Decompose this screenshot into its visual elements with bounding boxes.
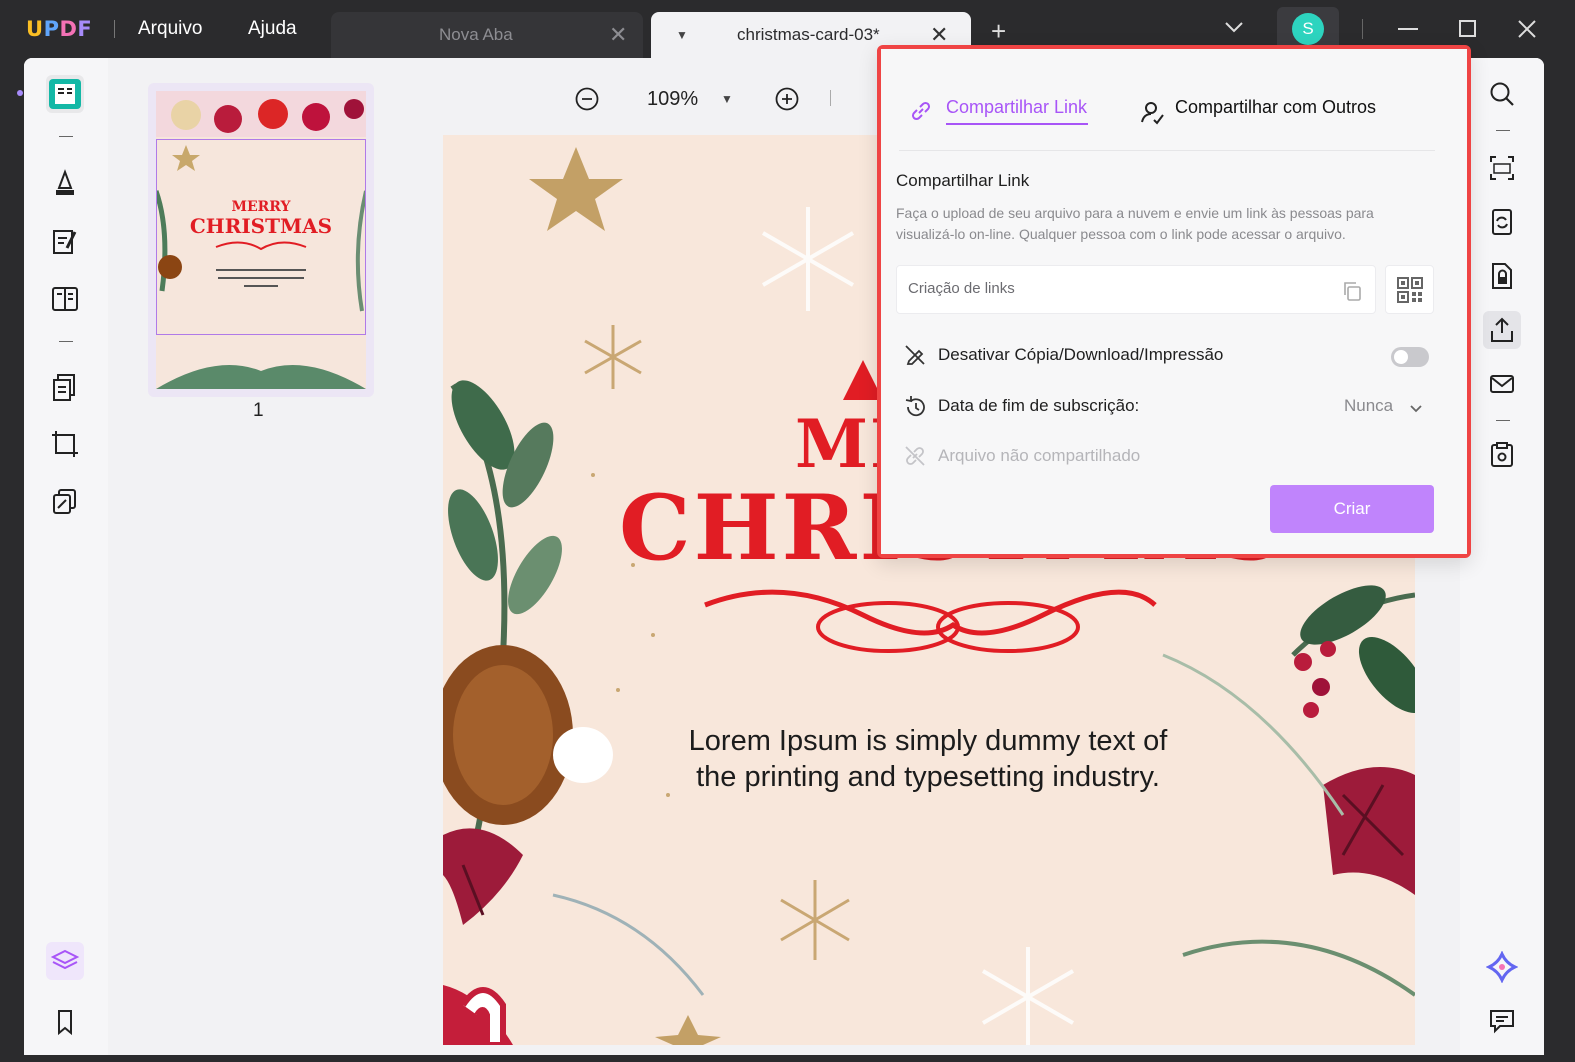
edit-tool-button[interactable] [46,223,84,261]
toolbar-separator [830,90,831,106]
comment-tool-button[interactable] [46,163,84,201]
crop-tool-button[interactable] [46,425,84,463]
share-link-heading: Compartilhar Link [896,171,1030,190]
avatar: S [1292,13,1324,45]
share-button[interactable] [1483,311,1521,349]
disable-copy-row: Desativar Cópia/Download/Impressão [903,340,1433,370]
convert-button[interactable] [1483,203,1521,241]
comment-icon [1490,1010,1514,1034]
tab-label: christmas-card-03* [737,25,880,44]
share-status-row: Arquivo não compartilhado [903,441,1433,471]
link-field-container [896,265,1376,314]
menu-help[interactable]: Ajuda [248,18,297,40]
create-link-button[interactable]: Criar [1270,485,1434,533]
qr-code-icon [1396,276,1423,303]
form-tool-button[interactable] [46,280,84,318]
reader-icon [49,79,81,109]
pages-icon [53,374,75,401]
tab-list-chevron-icon[interactable] [1224,20,1244,39]
left-tool-rail [24,58,108,1055]
rail-separator [1496,420,1510,421]
zoom-in-icon[interactable] [774,86,800,117]
rail-separator [1496,130,1510,131]
chevron-down-icon[interactable] [1409,401,1423,419]
expiry-label: Data de fim de subscrição: [938,396,1140,415]
new-tab-plus-icon[interactable]: + [991,16,1006,47]
unlink-icon [903,444,927,473]
share-popup: Compartilhar Link Compartilhar com Outro… [877,45,1471,558]
bookmark-button[interactable] [46,1003,84,1041]
thumbnail-panel: MERRY CHRISTMAS 1 [108,58,414,1055]
share-icon [1491,317,1513,342]
layers-button[interactable] [46,942,84,980]
history-icon [903,394,929,425]
expiry-row: Data de fim de subscrição: Nunca [903,391,1433,421]
card-body-text: Lorem Ipsum is simply dummy text of the … [688,725,1168,793]
ai-assistant-button[interactable] [1483,948,1521,986]
search-button[interactable] [1483,75,1521,113]
right-tool-rail [1460,58,1544,1055]
no-edit-icon [903,343,927,372]
disable-copy-label: Desativar Cópia/Download/Impressão [938,345,1224,364]
tab-share-with-others[interactable]: Compartilhar com Outros [1175,97,1376,118]
tab-share-link[interactable]: Compartilhar Link [946,97,1087,118]
disable-copy-toggle[interactable] [1391,347,1429,367]
title-separator [1362,19,1363,39]
updf-logo[interactable]: UPDF [26,17,92,41]
share-people-icon [1139,99,1165,130]
ocr-icon [1490,156,1514,180]
thumbnail-viewport [156,139,366,335]
search-icon [1490,82,1514,106]
ocr-button[interactable] [1483,149,1521,187]
organize-pages-button[interactable] [46,368,84,406]
email-button[interactable] [1483,365,1521,403]
tab-dropdown-icon[interactable]: ▼ [676,28,688,42]
sidebar-indicator-dot [17,90,23,96]
comments-panel-button[interactable] [1483,1002,1521,1040]
active-tab-underline [946,123,1088,125]
zoom-dropdown-icon[interactable]: ▼ [721,92,733,106]
qr-code-button[interactable] [1385,265,1434,314]
expiry-select[interactable]: Nunca [1344,396,1393,416]
link-icon [909,99,933,128]
toggle-knob [1394,350,1408,364]
save-button[interactable] [1483,436,1521,474]
reader-mode-button[interactable] [46,75,84,113]
minimize-icon[interactable] [1392,14,1422,44]
lock-file-icon [1492,263,1512,289]
tab-label: Nova Aba [439,25,513,44]
share-link-description: Faça o upload de seu arquivo para a nuve… [896,205,1374,242]
ai-assistant-icon [1486,951,1518,983]
zoom-out-icon[interactable] [574,86,600,117]
protect-tool-button[interactable] [46,483,84,521]
page-thumbnail[interactable]: MERRY CHRISTMAS [148,83,374,397]
edit-pen-icon [53,230,77,254]
form-icon [52,287,78,311]
menu-file[interactable]: Arquivo [138,18,202,40]
layers-icon [50,949,80,970]
close-tab-icon[interactable]: ✕ [609,22,627,48]
highlighter-icon [56,169,74,195]
close-window-icon[interactable] [1512,14,1542,44]
title-separator [114,20,115,38]
popup-divider [899,150,1435,151]
bookmark-icon [58,1010,72,1036]
link-input[interactable] [908,280,1328,297]
rail-separator [59,136,73,137]
crop-icon [52,431,78,457]
mail-icon [1490,375,1514,393]
protect-button[interactable] [1483,257,1521,295]
watermark-icon [53,489,76,514]
save-icon [1491,442,1513,467]
rail-separator [59,341,73,342]
copy-icon[interactable] [1341,280,1363,307]
share-status-label: Arquivo não compartilhado [938,446,1141,465]
tab-new-tab[interactable]: Nova Aba ✕ [331,12,643,58]
zoom-level[interactable]: 109% [647,88,698,111]
share-popup-body: Compartilhar Link Compartilhar com Outro… [881,49,1467,554]
page-number-label: 1 [253,400,264,421]
convert-icon [1492,209,1512,235]
maximize-icon[interactable] [1452,14,1482,44]
